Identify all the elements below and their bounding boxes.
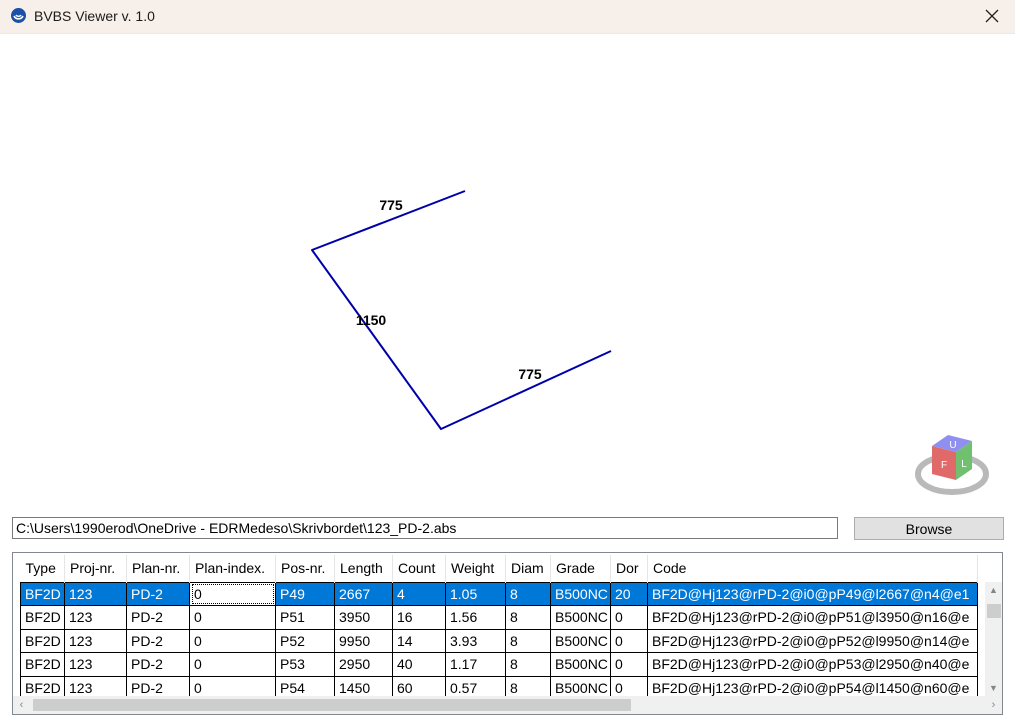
table-cell[interactable]: 3950 (334, 605, 393, 630)
table-cell[interactable]: 0 (189, 628, 276, 653)
view-cube-icon[interactable]: U F L (915, 435, 989, 495)
column-header-grade[interactable]: Grade (550, 555, 611, 582)
view-cube-left-label: L (961, 459, 967, 470)
table-cell[interactable]: 20 (610, 581, 648, 606)
table-row[interactable]: BF2D 123 PD-2 0 P51 3950 16 1.56 8 B500N… (20, 605, 978, 630)
table-cell[interactable]: BF2D (20, 581, 65, 606)
table-row[interactable]: BF2D 123 PD-2 0 P52 9950 14 3.93 8 B500N… (20, 628, 978, 653)
bar-list-grid[interactable]: Type Proj-nr. Plan-nr. Plan-index. Pos-n… (12, 552, 1003, 715)
table-cell[interactable]: PD-2 (126, 605, 190, 630)
table-cell[interactable]: BF2D@Hj123@rPD-2@i0@pP49@l2667@n4@e1 (647, 581, 978, 606)
table-cell[interactable]: 9950 (334, 628, 393, 653)
table-cell[interactable]: BF2D@Hj123@rPD-2@i0@pP53@l2950@n40@e (647, 652, 978, 677)
dimension-label-bottom: 775 (518, 366, 542, 382)
column-header-plan-index[interactable]: Plan-index. (189, 555, 276, 582)
table-cell[interactable]: BF2D (20, 605, 65, 630)
table-cell[interactable]: 123 (64, 652, 127, 677)
table-cell[interactable]: 0 (610, 652, 648, 677)
table-cell[interactable]: 2667 (334, 581, 393, 606)
column-header-weight[interactable]: Weight (445, 555, 506, 582)
scroll-left-icon[interactable]: ‹ (13, 696, 30, 714)
table-cell[interactable]: 8 (505, 581, 551, 606)
table-cell[interactable]: PD-2 (126, 581, 190, 606)
view-cube-top-label: U (949, 440, 956, 451)
column-header-plan-nr[interactable]: Plan-nr. (126, 555, 190, 582)
row-header-column[interactable] (13, 555, 20, 695)
table-cell[interactable]: 8 (505, 652, 551, 677)
table-cell[interactable]: 123 (64, 581, 127, 606)
view-cube-front-label: F (941, 460, 947, 471)
column-header-proj-nr[interactable]: Proj-nr. (64, 555, 127, 582)
column-header-type[interactable]: Type (20, 555, 65, 582)
close-button[interactable] (969, 0, 1015, 32)
table-cell[interactable]: P49 (275, 581, 335, 606)
column-header-pos-nr[interactable]: Pos-nr. (275, 555, 335, 582)
table-cell[interactable]: 3.93 (445, 628, 506, 653)
column-header-code[interactable]: Code (647, 555, 978, 582)
close-icon (985, 9, 999, 23)
horizontal-scroll-thumb[interactable] (33, 699, 631, 711)
table-cell[interactable]: P51 (275, 605, 335, 630)
table-cell[interactable]: 0 (610, 605, 648, 630)
table-cell[interactable]: BF2D (20, 628, 65, 653)
scroll-down-icon[interactable]: ▼ (985, 680, 1002, 696)
table-cell[interactable]: BF2D (20, 652, 65, 677)
table-cell[interactable]: B500NC (550, 652, 611, 677)
table-row-selected[interactable]: BF2D 123 PD-2 0 P49 2667 4 1.05 8 B500NC… (20, 581, 978, 606)
table-cell[interactable]: 8 (505, 605, 551, 630)
table-cell[interactable]: 4 (392, 581, 446, 606)
table-cell[interactable]: 0 (189, 605, 276, 630)
table-cell[interactable]: 40 (392, 652, 446, 677)
browse-button[interactable]: Browse (854, 517, 1004, 540)
table-cell[interactable]: B500NC (550, 581, 611, 606)
table-cell[interactable]: 123 (64, 628, 127, 653)
table-cell[interactable]: 8 (505, 628, 551, 653)
header-row: Type Proj-nr. Plan-nr. Plan-index. Pos-n… (20, 555, 978, 582)
vertical-scrollbar[interactable]: ▲ ▼ (985, 582, 1002, 696)
table-cell[interactable]: 1.05 (445, 581, 506, 606)
table-cell[interactable]: PD-2 (126, 628, 190, 653)
column-header-diam[interactable]: Diam (505, 555, 551, 582)
app-logo-icon (11, 8, 26, 23)
horizontal-scrollbar[interactable]: ‹ › (13, 696, 1002, 714)
table-cell[interactable]: P53 (275, 652, 335, 677)
table-cell[interactable]: 14 (392, 628, 446, 653)
scroll-right-icon[interactable]: › (985, 696, 1002, 714)
vertical-scroll-thumb[interactable] (987, 604, 1001, 618)
table-cell[interactable]: 123 (64, 605, 127, 630)
table-cell-focused[interactable]: 0 (189, 581, 276, 606)
window-title: BVBS Viewer v. 1.0 (34, 8, 155, 24)
table-cell[interactable]: BF2D@Hj123@rPD-2@i0@pP52@l9950@n14@e (647, 628, 978, 653)
table-cell[interactable]: P52 (275, 628, 335, 653)
table-cell[interactable]: BF2D@Hj123@rPD-2@i0@pP51@l3950@n16@e (647, 605, 978, 630)
table-cell[interactable]: 0 (610, 628, 648, 653)
rebar-shape-line (311, 190, 612, 430)
table-cell[interactable]: 2950 (334, 652, 393, 677)
rebar-shape-drawing: 775 1150 775 U F L (311, 190, 989, 495)
table-cell[interactable]: PD-2 (126, 652, 190, 677)
scroll-up-icon[interactable]: ▲ (985, 582, 1002, 598)
table-cell[interactable]: B500NC (550, 605, 611, 630)
table-cell[interactable]: 0 (189, 652, 276, 677)
dimension-label-top: 775 (379, 197, 403, 213)
table-cell[interactable]: 1.17 (445, 652, 506, 677)
file-path-field[interactable]: C:\Users\1990erod\OneDrive - EDRMedeso\S… (12, 517, 838, 539)
column-header-dor[interactable]: Dor (610, 555, 648, 582)
table-cell[interactable]: B500NC (550, 628, 611, 653)
column-header-count[interactable]: Count (392, 555, 446, 582)
table-row[interactable]: BF2D 123 PD-2 0 P53 2950 40 1.17 8 B500N… (20, 652, 978, 677)
column-header-length[interactable]: Length (334, 555, 393, 582)
dimension-label-middle: 1150 (356, 312, 387, 328)
bar-table: Type Proj-nr. Plan-nr. Plan-index. Pos-n… (20, 555, 978, 700)
table-cell[interactable]: 16 (392, 605, 446, 630)
title-bar: BVBS Viewer v. 1.0 (0, 0, 1015, 34)
table-cell[interactable]: 1.56 (445, 605, 506, 630)
shape-viewport[interactable]: 775 1150 775 U F L (0, 34, 1015, 509)
